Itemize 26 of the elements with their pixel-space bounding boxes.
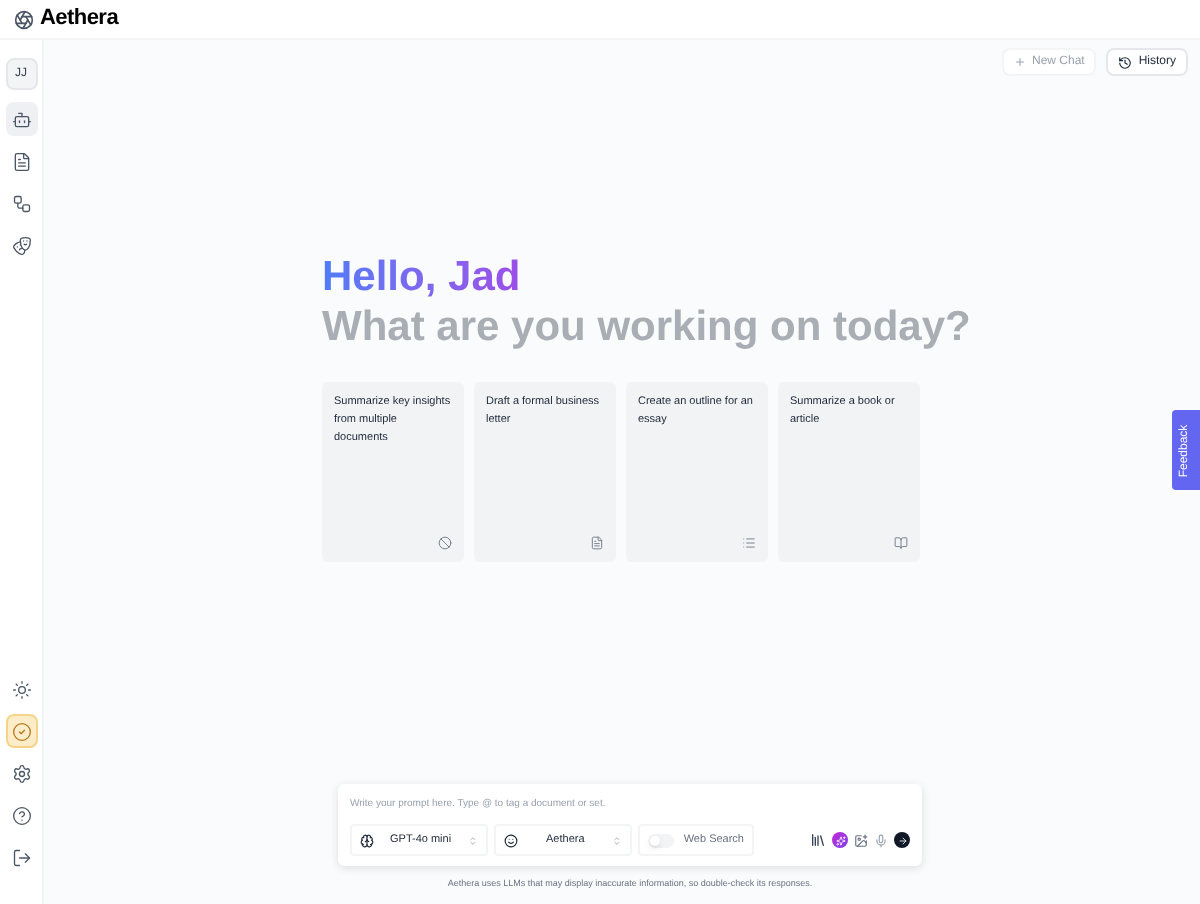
send-button[interactable] — [894, 832, 910, 849]
mask-icon — [11, 235, 31, 255]
sparkle-button[interactable] — [832, 832, 848, 849]
blocked-icon — [438, 536, 452, 550]
chevrons-icon — [612, 835, 622, 846]
logout-icon — [11, 847, 31, 867]
image-icon[interactable] — [854, 833, 868, 848]
settings-icon — [11, 763, 31, 783]
list-icon — [742, 536, 756, 550]
help-icon — [11, 805, 31, 825]
book-icon — [894, 536, 908, 550]
check-circle-icon — [11, 721, 31, 741]
sidebar-item[interactable] — [5, 714, 37, 748]
face-icon — [504, 833, 518, 848]
app-name: Aethera — [40, 4, 119, 35]
sidebar-item[interactable] — [5, 102, 37, 136]
document-icon — [11, 151, 31, 171]
greeting-subtitle: What are you working on today? — [322, 302, 973, 352]
document-icon — [590, 536, 604, 550]
chevrons-icon — [468, 835, 478, 846]
library-icon[interactable] — [810, 832, 826, 849]
brain-icon — [360, 833, 374, 848]
plus-icon — [1013, 56, 1026, 68]
history-icon — [1118, 55, 1133, 69]
logo-icon — [14, 9, 34, 29]
bot-icon — [11, 109, 31, 129]
